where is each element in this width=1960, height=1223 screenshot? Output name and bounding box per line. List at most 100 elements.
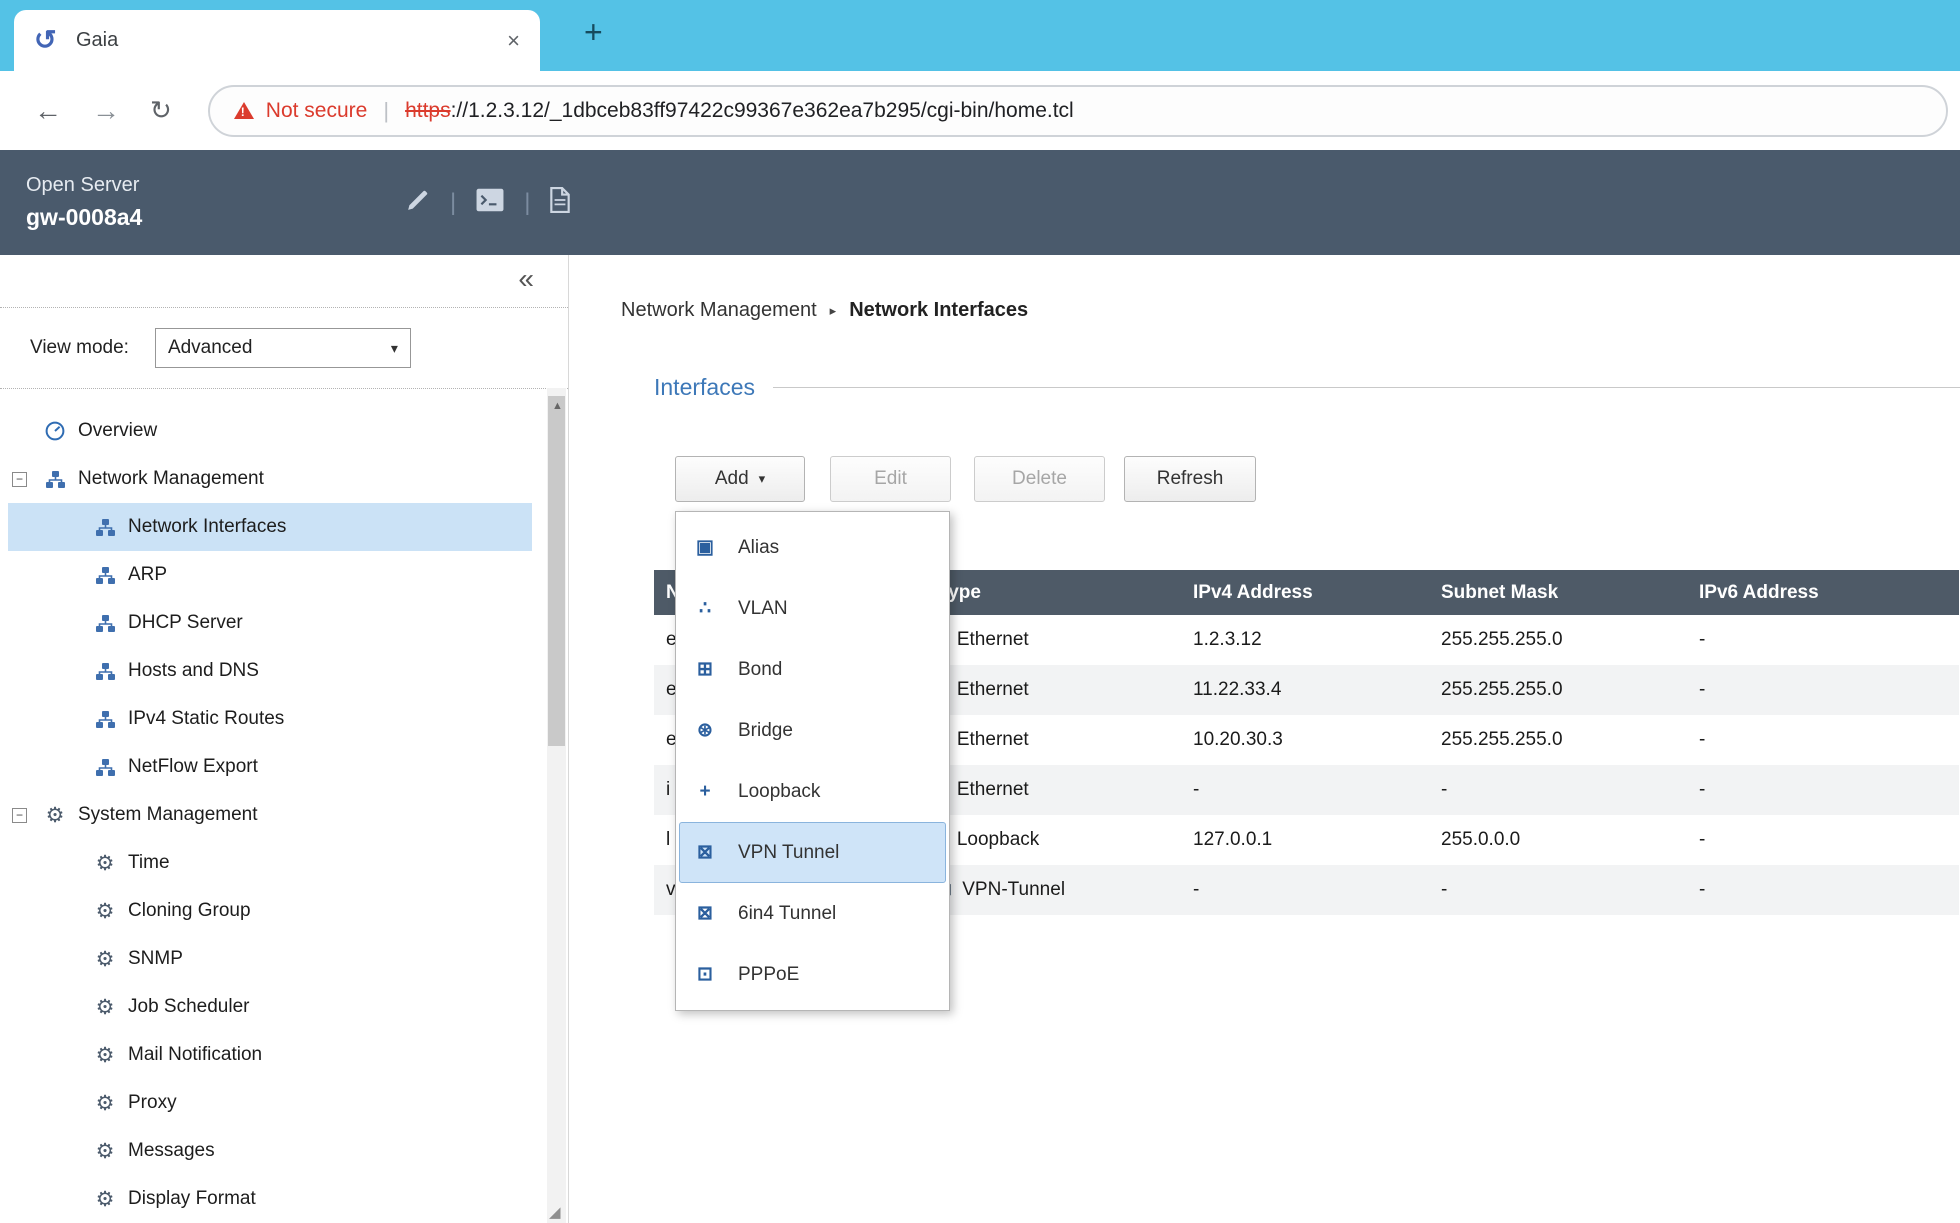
gear-icon: ⚙ <box>94 995 116 1020</box>
menu-item-vlan[interactable]: ∴ VLAN <box>679 578 946 639</box>
menu-item-label: VPN Tunnel <box>738 842 839 864</box>
gear-icon: ⚙ <box>94 947 116 972</box>
section-header: Interfaces <box>654 374 1960 401</box>
sidebar-item-time[interactable]: ⚙ Time <box>8 839 532 887</box>
navigation-tree: Overview − Network Management Network In… <box>0 389 568 1223</box>
sidebar-item-overview[interactable]: Overview <box>8 407 532 455</box>
content-panel: Network Management ▸ Network Interfaces … <box>569 255 1960 1223</box>
address-bar[interactable]: Not secure | https ://1.2.3.12/_1dbceb83… <box>208 85 1948 137</box>
collapse-expander-icon[interactable]: − <box>12 472 27 487</box>
sidebar-item-hosts-and-dns[interactable]: Hosts and DNS <box>8 647 532 695</box>
back-icon[interactable]: ← <box>34 95 62 127</box>
sidebar-item-snmp[interactable]: ⚙ SNMP <box>8 935 532 983</box>
cell-subnet: 255.255.255.0 <box>1429 679 1687 701</box>
menu-item-bond[interactable]: ⊞ Bond <box>679 639 946 700</box>
sidebar-item-label: SNMP <box>128 948 183 970</box>
gear-icon: ⚙ <box>94 1091 116 1116</box>
column-header-subnet: Subnet Mask <box>1429 582 1687 604</box>
scrollbar-thumb[interactable]: ▲ <box>548 396 565 746</box>
sidebar-item-label: Hosts and DNS <box>128 660 259 682</box>
vpn-tunnel-icon: ⊠ <box>692 841 718 864</box>
sidebar-item-label: Overview <box>78 420 157 442</box>
refresh-button[interactable]: Refresh <box>1124 456 1256 502</box>
sidebar-scrollbar[interactable]: ▲ ◢ <box>547 388 566 1223</box>
cell-ipv6: - <box>1687 679 1959 701</box>
cell-ipv4: - <box>1181 779 1429 801</box>
sidebar-item-label: Mail Notification <box>128 1044 262 1066</box>
sidebar-item-arp[interactable]: ARP <box>8 551 532 599</box>
menu-item-label: Alias <box>738 537 779 559</box>
gear-icon: ⚙ <box>94 851 116 876</box>
cell-ipv6: - <box>1687 779 1959 801</box>
network-tree-icon <box>94 615 116 632</box>
menu-item-6in4-tunnel[interactable]: ⊠ 6in4 Tunnel <box>679 883 946 944</box>
breadcrumb-arrow-icon: ▸ <box>830 303 837 319</box>
sidebar-item-job-scheduler[interactable]: ⚙ Job Scheduler <box>8 983 532 1031</box>
header-separator: | <box>450 189 456 217</box>
sidebar-item-proxy[interactable]: ⚙ Proxy <box>8 1079 532 1127</box>
sidebar-item-dhcp-server[interactable]: DHCP Server <box>8 599 532 647</box>
sidebar-item-ipv4-static-routes[interactable]: IPv4 Static Routes <box>8 695 532 743</box>
sidebar-item-netflow-export[interactable]: NetFlow Export <box>8 743 532 791</box>
add-button[interactable]: Add ▾ <box>675 456 805 502</box>
loopback-icon: + <box>692 781 718 803</box>
bond-icon: ⊞ <box>692 658 718 681</box>
sidebar-item-label: Cloning Group <box>128 900 251 922</box>
view-mode-label: View mode: <box>30 337 129 359</box>
view-mode-select[interactable]: Advanced ▾ <box>155 328 411 368</box>
cell-subnet: 255.0.0.0 <box>1429 829 1687 851</box>
network-tree-icon <box>94 759 116 776</box>
menu-item-label: Bridge <box>738 720 793 742</box>
host-block: Open Server gw-0008a4 <box>0 174 360 231</box>
menu-item-vpn-tunnel[interactable]: ⊠ VPN Tunnel <box>679 822 946 883</box>
delete-button[interactable]: Delete <box>974 456 1105 502</box>
view-mode-row: View mode: Advanced ▾ <box>0 308 568 389</box>
platform-label: Open Server <box>26 174 360 197</box>
warning-triangle-icon <box>234 102 254 119</box>
sidebar-item-label: Time <box>128 852 170 874</box>
terminal-icon[interactable] <box>476 188 504 217</box>
column-header-type: Type <box>926 582 1181 604</box>
cell-ipv4: - <box>1181 879 1429 901</box>
sidebar-item-cloning-group[interactable]: ⚙ Cloning Group <box>8 887 532 935</box>
sidebar-item-label: ARP <box>128 564 167 586</box>
breadcrumb-parent[interactable]: Network Management <box>621 299 817 322</box>
cell-subnet: - <box>1429 779 1687 801</box>
collapse-expander-icon[interactable]: − <box>12 808 27 823</box>
menu-item-loopback[interactable]: + Loopback <box>679 761 946 822</box>
pencil-icon[interactable] <box>406 188 430 217</box>
browser-tab[interactable]: ↺ Gaia × <box>14 10 540 71</box>
sidebar-item-label: NetFlow Export <box>128 756 258 778</box>
add-dropdown-menu: ▣ Alias ∴ VLAN ⊞ Bond ⊛ Bridge + Loopbac… <box>675 511 950 1011</box>
reload-icon[interactable]: ↻ <box>150 95 172 126</box>
tab-close-icon[interactable]: × <box>507 28 520 54</box>
cell-subnet: 255.255.255.0 <box>1429 729 1687 751</box>
cell-ipv6: - <box>1687 629 1959 651</box>
gear-icon: ⚙ <box>94 1043 116 1068</box>
menu-item-bridge[interactable]: ⊛ Bridge <box>679 700 946 761</box>
document-icon[interactable] <box>550 187 570 218</box>
type-label: Ethernet <box>957 729 1029 751</box>
sidebar-item-display-format[interactable]: ⚙ Display Format <box>8 1175 532 1223</box>
forward-icon[interactable]: → <box>92 95 120 127</box>
collapse-sidebar-icon[interactable]: « <box>518 263 534 295</box>
sidebar-item-mail-notification[interactable]: ⚙ Mail Notification <box>8 1031 532 1079</box>
new-tab-button[interactable]: + <box>584 14 603 51</box>
sidebar-item-network-management[interactable]: − Network Management <box>8 455 532 503</box>
sidebar-item-system-management[interactable]: − ⚙ System Management <box>8 791 532 839</box>
resize-grip-icon[interactable]: ◢ <box>549 1203 561 1221</box>
sidebar-item-label: Display Format <box>128 1188 256 1210</box>
sidebar-item-network-interfaces[interactable]: Network Interfaces <box>8 503 532 551</box>
breadcrumb-current: Network Interfaces <box>849 299 1028 322</box>
chevron-down-icon: ▾ <box>759 471 766 487</box>
menu-item-label: PPPoE <box>738 964 799 986</box>
sidebar-item-label: Proxy <box>128 1092 177 1114</box>
gear-icon: ⚙ <box>44 803 66 828</box>
sidebar-item-messages[interactable]: ⚙ Messages <box>8 1127 532 1175</box>
gear-icon: ⚙ <box>94 899 116 924</box>
chevron-down-icon: ▾ <box>391 340 398 357</box>
menu-item-alias[interactable]: ▣ Alias <box>679 517 946 578</box>
menu-item-pppoe[interactable]: ⊡ PPPoE <box>679 944 946 1005</box>
cell-ipv6: - <box>1687 729 1959 751</box>
edit-button[interactable]: Edit <box>830 456 951 502</box>
